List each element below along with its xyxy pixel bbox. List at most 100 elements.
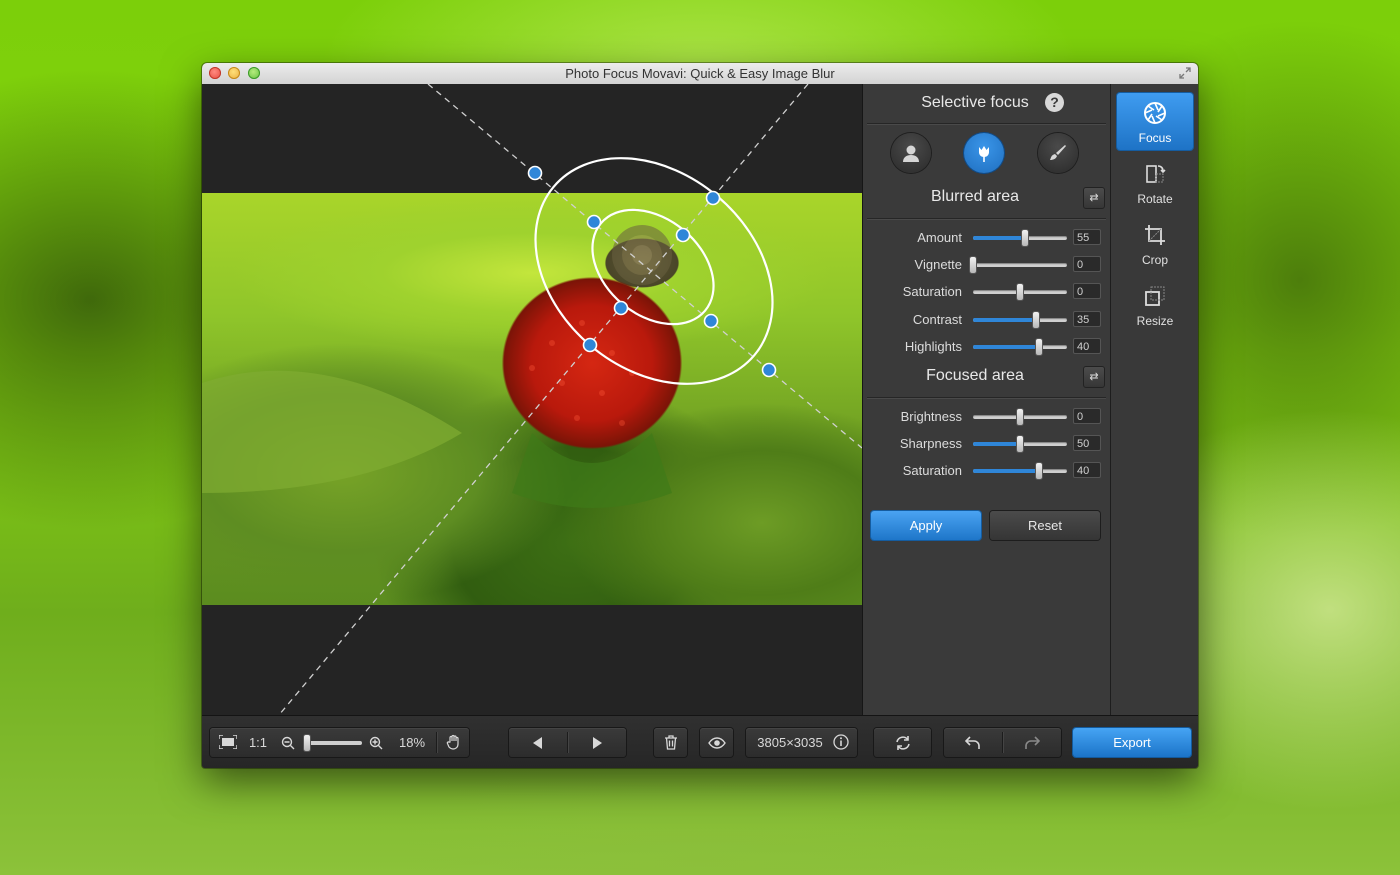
- brush-icon: [1050, 145, 1066, 160]
- slider-label: Amount: [917, 230, 962, 245]
- zoom-in-icon[interactable]: [368, 728, 384, 757]
- outer-handle: [761, 362, 777, 378]
- divider: [867, 123, 1106, 125]
- portrait-mode-button[interactable]: [891, 133, 931, 173]
- slider-value-field[interactable]: 40: [1073, 462, 1101, 479]
- trash-icon[interactable]: [654, 728, 687, 757]
- swap-focused-icon[interactable]: ⇄: [1083, 366, 1105, 388]
- fullscreen-icon[interactable]: [1178, 66, 1192, 80]
- slider-track[interactable]: [970, 257, 1067, 274]
- reset-button[interactable]: Reset: [990, 511, 1100, 540]
- eye-icon[interactable]: [700, 728, 733, 757]
- slider-value-field[interactable]: 0: [1073, 408, 1101, 424]
- slider-thumb[interactable]: [1021, 230, 1028, 246]
- preview-button[interactable]: [700, 728, 733, 757]
- tool-resize[interactable]: Resize: [1117, 276, 1193, 333]
- slider-row: Highlights 40: [863, 336, 1110, 358]
- slider-value-field[interactable]: 40: [1073, 337, 1101, 354]
- history-group: [944, 728, 1061, 757]
- slider-label: Sharpness: [899, 436, 962, 452]
- slider-thumb[interactable]: [970, 257, 976, 274]
- next-image-button[interactable]: [568, 728, 626, 757]
- undo-icon: [964, 736, 980, 749]
- slider-thumb[interactable]: [1017, 436, 1023, 453]
- blurred-area-title: Blurred area: [930, 188, 1020, 205]
- navigation-group: [509, 728, 626, 757]
- tool-focus[interactable]: Focus: [1117, 93, 1193, 150]
- slider-track[interactable]: [973, 284, 1067, 301]
- chevron-left-icon: [533, 737, 542, 749]
- redo-button[interactable]: [1003, 728, 1061, 757]
- previous-image-button[interactable]: [509, 728, 567, 757]
- apply-button[interactable]: Apply: [871, 511, 981, 540]
- chevron-right-icon: [593, 737, 602, 749]
- slider-value-field[interactable]: 35: [1073, 310, 1101, 327]
- image-info-group: 3805×3035: [746, 728, 857, 757]
- export-button[interactable]: Export: [1073, 728, 1191, 757]
- slider-label: Brightness: [900, 409, 962, 424]
- selective-focus-panel: Selective focus ? Blurred area ⇄ Amount 5…: [863, 84, 1111, 715]
- outer-handle: [527, 165, 543, 181]
- outer-handle: [705, 190, 721, 206]
- tool-crop[interactable]: Crop: [1117, 215, 1193, 272]
- slider-row: Sharpness 50: [863, 433, 1110, 455]
- slider-value-field[interactable]: 0: [1073, 256, 1101, 273]
- tool-sidebar: Focus Rotate Crop Resize: [1111, 84, 1198, 715]
- slider-thumb[interactable]: [1032, 311, 1039, 328]
- slider-label: Saturation: [902, 284, 962, 300]
- tool-label: Resize: [1136, 314, 1174, 328]
- slider-thumb[interactable]: [1017, 409, 1023, 425]
- slider-fill: [973, 236, 1025, 240]
- tool-label: Rotate: [1137, 192, 1173, 206]
- tool-label: Focus: [1138, 131, 1172, 145]
- zoom-slider[interactable]: [303, 735, 362, 751]
- brush-mode-button[interactable]: [1038, 133, 1078, 173]
- slider-label: Highlights: [904, 338, 962, 354]
- slider-track[interactable]: [973, 436, 1067, 453]
- redo-icon: [1025, 736, 1041, 749]
- tool-rotate[interactable]: Rotate: [1117, 154, 1193, 211]
- window-title: Photo Focus Movavi: Quick & Easy Image B…: [565, 66, 835, 81]
- macro-mode-button[interactable]: [964, 133, 1004, 173]
- slider-value-field[interactable]: 50: [1073, 435, 1101, 452]
- undo-button[interactable]: [944, 728, 1002, 757]
- slider-track[interactable]: [973, 230, 1067, 246]
- slider-track[interactable]: [973, 409, 1067, 425]
- zoom-out-icon[interactable]: [280, 728, 296, 757]
- slider-row: Saturation 40: [863, 460, 1110, 482]
- outer-handle: [582, 337, 598, 353]
- slider-row: Contrast 35: [863, 309, 1110, 331]
- slider-label: Saturation: [902, 463, 962, 479]
- zoom-slider-thumb[interactable]: [303, 735, 310, 751]
- slider-row: Saturation 0: [863, 281, 1110, 303]
- help-icon[interactable]: ?: [1045, 93, 1064, 112]
- bottom-toolbar: 1:1 18% 3805×3035 Export: [202, 715, 1198, 768]
- hand-tool-icon[interactable]: [443, 728, 465, 757]
- focused-area-title: Focused area: [926, 367, 1024, 384]
- delete-button[interactable]: [654, 728, 687, 757]
- image-canvas[interactable]: [202, 84, 863, 715]
- title-bar: Photo Focus Movavi: Quick & Easy Image B…: [202, 63, 1198, 85]
- slider-fill: [973, 317, 1036, 322]
- image-dimensions: 3805×3035: [757, 735, 823, 750]
- slider-thumb[interactable]: [1035, 338, 1042, 355]
- actual-size-button[interactable]: 1:1: [246, 728, 270, 757]
- reload-button[interactable]: [874, 728, 931, 757]
- slider-row: Amount 55: [863, 227, 1110, 249]
- fit-screen-button[interactable]: [216, 728, 240, 757]
- person-icon: [903, 145, 919, 162]
- slider-track[interactable]: [973, 338, 1067, 355]
- slider-value-field[interactable]: 55: [1073, 229, 1101, 245]
- refresh-icon[interactable]: [874, 728, 931, 757]
- resize-icon: [1145, 286, 1165, 306]
- info-icon[interactable]: [830, 728, 852, 757]
- slider-thumb[interactable]: [1035, 463, 1042, 480]
- inner-handle: [675, 227, 691, 243]
- focus-overlay[interactable]: [202, 84, 862, 715]
- swap-blurred-icon[interactable]: ⇄: [1083, 187, 1105, 209]
- inner-handle: [613, 300, 629, 316]
- slider-track[interactable]: [973, 463, 1067, 480]
- slider-track[interactable]: [973, 311, 1067, 328]
- slider-thumb[interactable]: [1017, 284, 1023, 301]
- slider-value-field[interactable]: 0: [1073, 283, 1101, 300]
